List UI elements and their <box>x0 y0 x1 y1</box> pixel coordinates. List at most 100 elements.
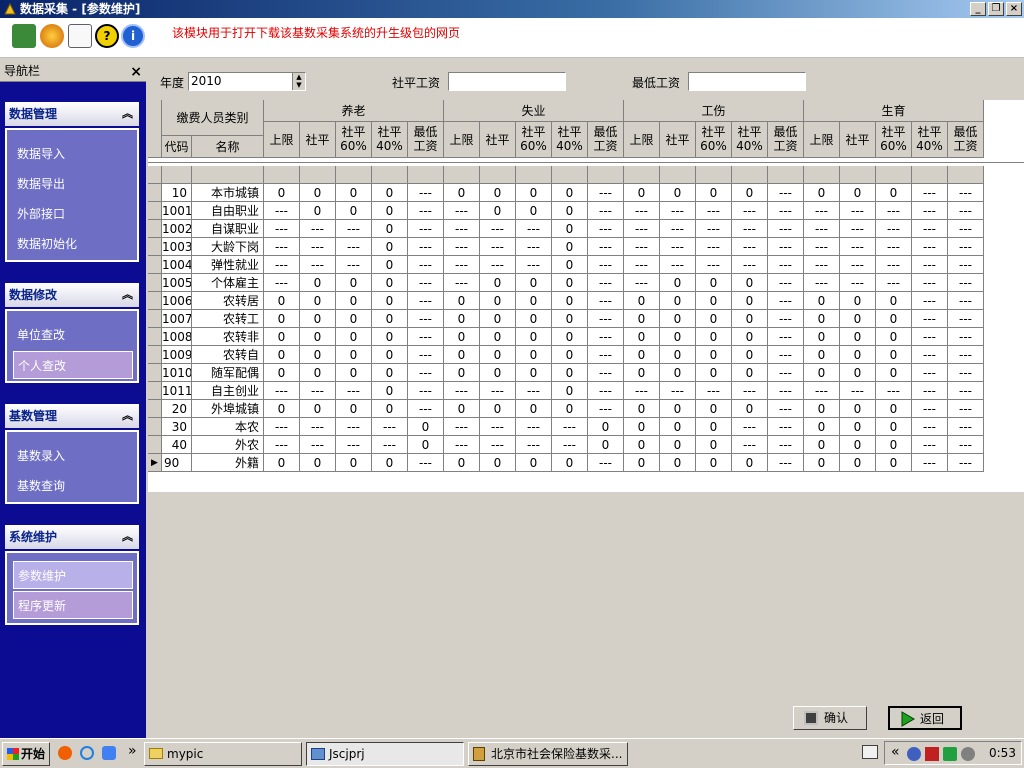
value-cell[interactable]: --- <box>948 202 984 220</box>
value-cell[interactable]: --- <box>444 256 480 274</box>
filter-cell[interactable] <box>624 166 660 184</box>
value-cell[interactable]: 0 <box>840 310 876 328</box>
name-cell[interactable]: 个体雇主 <box>192 274 264 292</box>
value-cell[interactable]: 0 <box>804 436 840 454</box>
value-cell[interactable]: 0 <box>300 364 336 382</box>
value-cell[interactable]: 0 <box>552 274 588 292</box>
value-cell[interactable]: --- <box>840 202 876 220</box>
value-cell[interactable]: --- <box>408 238 444 256</box>
task-beijing-insurance[interactable]: 北京市社会保险基数采... <box>468 742 628 766</box>
value-cell[interactable]: --- <box>804 256 840 274</box>
value-cell[interactable]: 0 <box>300 202 336 220</box>
value-cell[interactable]: 0 <box>588 418 624 436</box>
value-cell[interactable]: 0 <box>372 184 408 202</box>
value-cell[interactable]: --- <box>264 418 300 436</box>
name-cell[interactable]: 外埠城镇 <box>192 400 264 418</box>
value-cell[interactable]: 0 <box>336 364 372 382</box>
value-cell[interactable]: --- <box>624 382 660 400</box>
exit-door-icon[interactable] <box>12 24 36 48</box>
network-icon[interactable] <box>907 747 921 761</box>
filter-cell[interactable] <box>912 166 948 184</box>
value-cell[interactable]: --- <box>948 238 984 256</box>
value-cell[interactable]: --- <box>480 256 516 274</box>
value-cell[interactable]: --- <box>588 328 624 346</box>
value-cell[interactable]: 0 <box>552 310 588 328</box>
value-cell[interactable]: 0 <box>696 454 732 472</box>
value-cell[interactable]: 0 <box>372 328 408 346</box>
value-cell[interactable]: 0 <box>480 400 516 418</box>
value-cell[interactable]: 0 <box>372 292 408 310</box>
row-indicator[interactable]: ▶ <box>148 454 162 472</box>
filter-cell[interactable] <box>732 166 768 184</box>
row-indicator[interactable] <box>148 220 162 238</box>
value-cell[interactable]: --- <box>804 202 840 220</box>
value-cell[interactable]: 0 <box>804 346 840 364</box>
value-cell[interactable]: 0 <box>660 184 696 202</box>
value-cell[interactable]: 0 <box>876 184 912 202</box>
collapse-chevron-icon[interactable]: ︽ <box>122 283 133 307</box>
value-cell[interactable]: 0 <box>336 454 372 472</box>
nav-close-icon[interactable]: × <box>130 61 142 83</box>
minimize-button[interactable]: _ <box>970 2 986 16</box>
value-cell[interactable]: --- <box>408 454 444 472</box>
value-cell[interactable]: 0 <box>264 364 300 382</box>
value-cell[interactable]: --- <box>876 274 912 292</box>
value-cell[interactable]: 0 <box>300 184 336 202</box>
value-cell[interactable]: 0 <box>804 310 840 328</box>
name-cell[interactable]: 本农 <box>192 418 264 436</box>
value-cell[interactable]: --- <box>264 382 300 400</box>
value-cell[interactable]: 0 <box>372 256 408 274</box>
value-cell[interactable]: 0 <box>696 274 732 292</box>
value-cell[interactable]: 0 <box>732 328 768 346</box>
name-cell[interactable]: 外籍 <box>192 454 264 472</box>
value-cell[interactable]: 0 <box>804 184 840 202</box>
value-cell[interactable]: 0 <box>624 292 660 310</box>
row-indicator[interactable] <box>148 310 162 328</box>
value-cell[interactable]: 0 <box>264 184 300 202</box>
value-cell[interactable]: --- <box>516 220 552 238</box>
value-cell[interactable]: --- <box>480 418 516 436</box>
filter-cell[interactable] <box>480 166 516 184</box>
value-cell[interactable]: 0 <box>696 436 732 454</box>
value-cell[interactable]: --- <box>912 364 948 382</box>
value-cell[interactable]: --- <box>804 274 840 292</box>
value-cell[interactable]: 0 <box>732 184 768 202</box>
value-cell[interactable]: 0 <box>480 274 516 292</box>
value-cell[interactable]: 0 <box>840 292 876 310</box>
task-jscjprj[interactable]: Jscjprj <box>306 742 464 766</box>
value-cell[interactable]: --- <box>768 184 804 202</box>
row-indicator[interactable] <box>148 256 162 274</box>
value-cell[interactable]: 0 <box>696 328 732 346</box>
value-cell[interactable]: --- <box>696 202 732 220</box>
value-cell[interactable]: --- <box>912 382 948 400</box>
value-cell[interactable]: --- <box>516 238 552 256</box>
value-cell[interactable]: --- <box>408 220 444 238</box>
value-cell[interactable]: 0 <box>876 364 912 382</box>
value-cell[interactable]: 0 <box>840 346 876 364</box>
filter-cell[interactable] <box>876 166 912 184</box>
code-cell[interactable]: 1008 <box>162 328 192 346</box>
value-cell[interactable]: --- <box>624 274 660 292</box>
value-cell[interactable]: 0 <box>300 400 336 418</box>
value-cell[interactable]: 0 <box>624 184 660 202</box>
value-cell[interactable]: --- <box>768 454 804 472</box>
value-cell[interactable]: 0 <box>696 184 732 202</box>
value-cell[interactable]: 0 <box>336 202 372 220</box>
value-cell[interactable]: --- <box>444 418 480 436</box>
value-cell[interactable]: 0 <box>660 346 696 364</box>
value-cell[interactable]: 0 <box>444 454 480 472</box>
value-cell[interactable]: --- <box>408 184 444 202</box>
value-cell[interactable]: 0 <box>804 400 840 418</box>
value-cell[interactable]: 0 <box>264 292 300 310</box>
value-cell[interactable]: --- <box>408 292 444 310</box>
value-cell[interactable]: --- <box>480 220 516 238</box>
value-cell[interactable]: --- <box>876 256 912 274</box>
value-cell[interactable]: --- <box>444 202 480 220</box>
nav-group-data-management[interactable]: 数据管理 ︽ <box>5 102 139 126</box>
value-cell[interactable]: 0 <box>732 274 768 292</box>
value-cell[interactable]: 0 <box>552 328 588 346</box>
value-cell[interactable]: 0 <box>480 364 516 382</box>
value-cell[interactable]: --- <box>840 256 876 274</box>
filter-cell[interactable] <box>588 166 624 184</box>
code-cell[interactable]: 90 <box>162 454 192 472</box>
